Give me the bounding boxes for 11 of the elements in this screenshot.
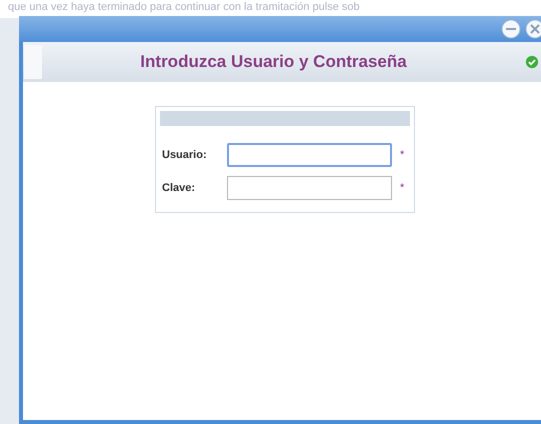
dialog-title: Introduzca Usuario y Contraseña — [139, 52, 408, 72]
input-field[interactable] — [227, 176, 392, 200]
field-label: Usuario: — [161, 148, 208, 160]
required-mark: * — [400, 148, 404, 160]
background-text: que una vez haya terminado para continuar con la tramitación pulse sob — [8, 1, 360, 14]
minimize-icon[interactable] — [501, 19, 521, 39]
input-field[interactable] — [227, 142, 392, 166]
required-mark: * — [400, 182, 404, 194]
check-icon — [525, 55, 539, 69]
close-icon[interactable] — [525, 19, 541, 39]
field-label: Clave: — [161, 182, 196, 194]
